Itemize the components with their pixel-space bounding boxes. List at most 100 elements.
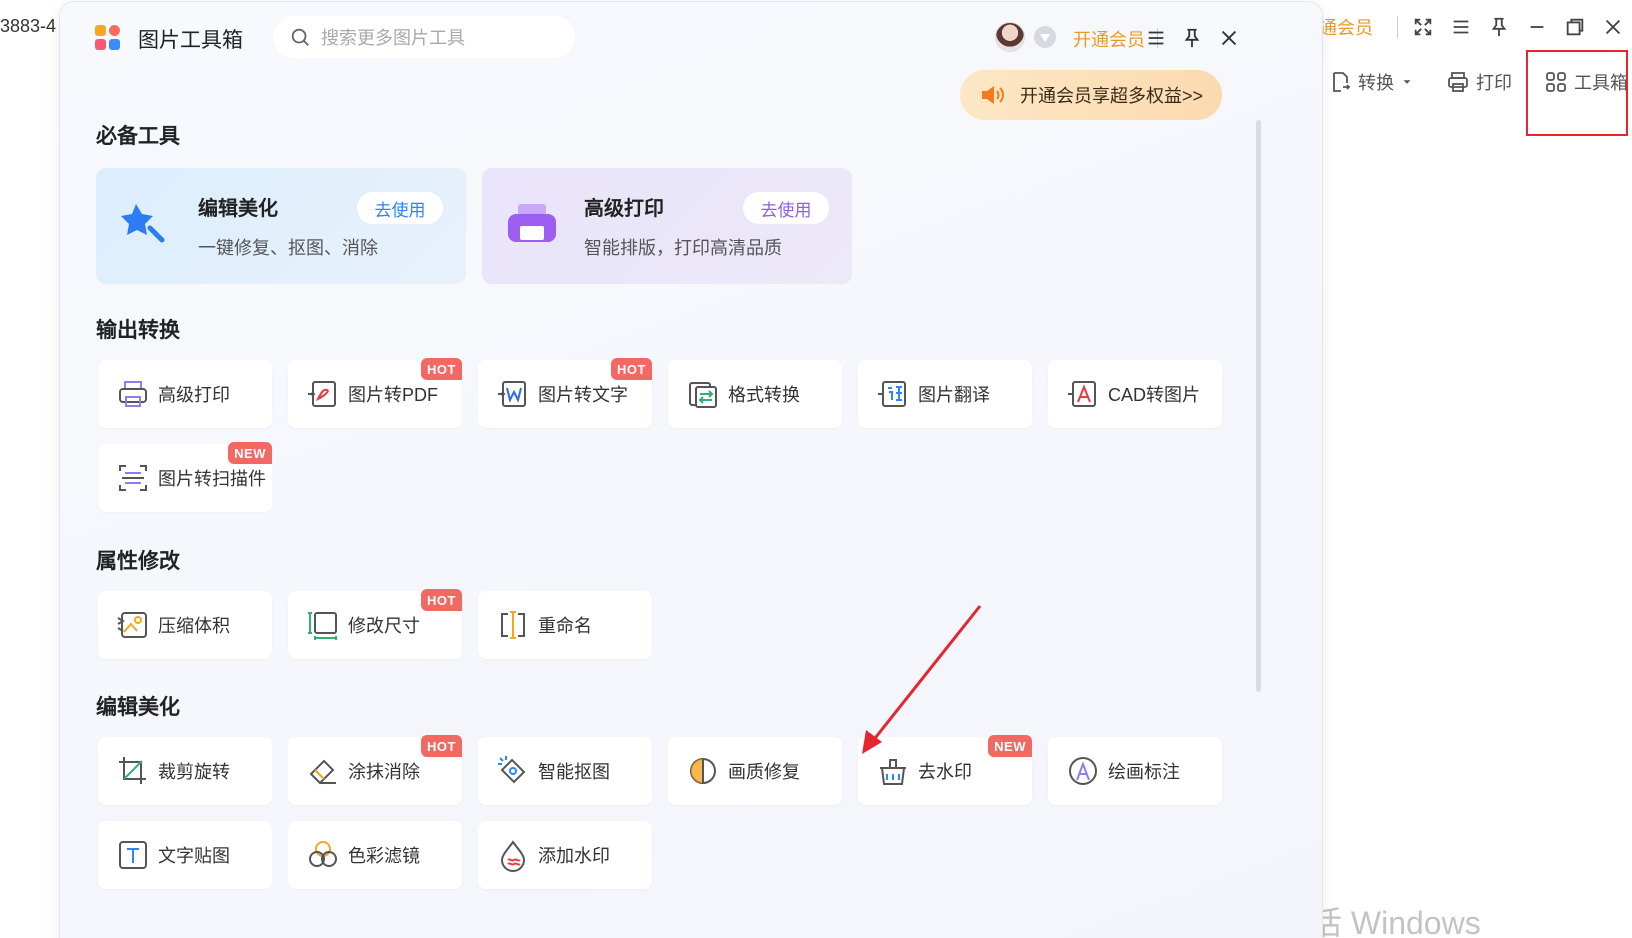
tool-text-sticker[interactable]: 文字贴图 [98, 821, 272, 889]
card-advanced-print[interactable]: 高级打印 智能排版，打印高清品质 去使用 [482, 168, 852, 284]
tool-add-watermark[interactable]: 添加水印 [478, 821, 652, 889]
tool-compress[interactable]: 压缩体积 [98, 591, 272, 659]
resize-icon [308, 612, 337, 640]
tool-label: 修改尺寸 [348, 616, 420, 636]
card-subtitle: 智能排版，打印高清品质 [584, 238, 782, 258]
print-button[interactable]: 打印 [1430, 60, 1528, 104]
card-subtitle: 一键修复、抠图、消除 [198, 238, 378, 258]
hot-badge: HOT [421, 735, 462, 757]
tool-advanced-print[interactable]: 高级打印 [98, 360, 272, 428]
panel-menu-icon[interactable] [1142, 24, 1170, 52]
tool-label: 图片转PDF [348, 385, 438, 405]
card-title: 编辑美化 [198, 198, 278, 220]
tool-label: 去水印 [918, 762, 972, 782]
background-top-bar: 开通会员 [1301, 8, 1632, 46]
vip-diamond-icon [1034, 26, 1056, 48]
section-title-attributes: 属性修改 [96, 550, 180, 573]
drawing-annotate-icon [1069, 757, 1097, 785]
cad-icon [1068, 381, 1096, 407]
image-toolbox-panel: 图片工具箱 搜索更多图片工具 开通会员 开通会员享超多权益>> 必备工具 编辑美… [60, 2, 1322, 938]
pin-icon[interactable] [1480, 8, 1518, 46]
tool-quality-repair[interactable]: 画质修复 [668, 737, 842, 805]
translate-icon [878, 381, 906, 407]
restore-icon[interactable] [1556, 8, 1594, 46]
speaker-icon [982, 86, 1004, 104]
remove-watermark-icon [880, 759, 906, 785]
tool-label: 重命名 [538, 616, 592, 636]
panel-close-icon[interactable] [1215, 24, 1243, 52]
new-badge: NEW [228, 442, 272, 464]
tool-smart-cutout[interactable]: 智能抠图 [478, 737, 652, 805]
new-badge: NEW [988, 735, 1032, 757]
vip-link[interactable]: 开通会员 [1073, 26, 1145, 52]
eraser-icon [309, 759, 336, 785]
close-icon[interactable] [1594, 8, 1632, 46]
tool-image-to-pdf[interactable]: 图片转PDF HOT [288, 358, 462, 428]
section-title-edit: 编辑美化 [96, 696, 180, 719]
tool-draw-annotate[interactable]: 绘画标注 [1048, 737, 1222, 805]
cutout-icon [498, 756, 526, 784]
vip-promo-button[interactable]: 开通会员享超多权益>> [960, 70, 1222, 120]
tool-label: 绘画标注 [1108, 762, 1180, 782]
magic-wand-star-icon [121, 204, 165, 243]
search-input[interactable]: 搜索更多图片工具 [273, 16, 575, 58]
scan-icon [119, 465, 147, 491]
hot-badge: HOT [611, 358, 652, 380]
tool-label: 画质修复 [728, 762, 800, 782]
tool-color-filter[interactable]: 色彩滤镜 [288, 821, 462, 889]
convert-icon [1333, 72, 1351, 92]
search-icon [291, 28, 309, 46]
printer-icon [1448, 72, 1468, 92]
tool-smear-erase[interactable]: 涂抹消除 HOT [288, 735, 462, 805]
panel-pin-icon[interactable] [1178, 24, 1206, 52]
tool-label: 涂抹消除 [348, 762, 420, 782]
tool-image-to-text[interactable]: 图片转文字 HOT [478, 358, 652, 428]
tool-image-translate[interactable]: 图片翻译 [858, 360, 1032, 428]
tool-format-convert[interactable]: 格式转换 [668, 360, 842, 428]
highlight-box [1526, 50, 1628, 136]
tool-label: 高级打印 [158, 385, 230, 405]
add-watermark-icon [500, 840, 526, 872]
avatar[interactable] [995, 22, 1025, 52]
search-placeholder: 搜索更多图片工具 [321, 28, 465, 48]
color-filter-icon [309, 841, 337, 867]
promo-label: 开通会员享超多权益>> [1020, 86, 1204, 106]
tool-label: 色彩滤镜 [348, 846, 420, 866]
tool-label: 裁剪旋转 [158, 762, 230, 782]
panel-header: 图片工具箱 搜索更多图片工具 开通会员 [60, 2, 1322, 74]
card-title: 高级打印 [584, 198, 664, 220]
chevron-down-icon [1403, 80, 1411, 84]
tool-crop-rotate[interactable]: 裁剪旋转 [98, 737, 272, 805]
word-doc-icon [498, 381, 526, 407]
use-button[interactable]: 去使用 [743, 192, 829, 224]
tool-cad-to-image[interactable]: CAD转图片 [1048, 360, 1222, 428]
quality-repair-icon [690, 758, 716, 784]
use-button[interactable]: 去使用 [357, 192, 443, 224]
menu-icon[interactable] [1442, 8, 1480, 46]
tool-label: 图片转文字 [538, 385, 628, 405]
printer-icon [508, 204, 556, 242]
tool-label: CAD转图片 [1108, 385, 1201, 405]
panel-title: 图片工具箱 [138, 29, 243, 52]
section-title-output: 输出转换 [96, 319, 180, 342]
tool-rename[interactable]: 重命名 [478, 591, 652, 659]
tool-label: 添加水印 [538, 846, 610, 866]
tool-label: 智能抠图 [538, 762, 610, 782]
hot-badge: HOT [421, 589, 462, 611]
minimize-icon[interactable] [1518, 8, 1556, 46]
tool-label: 压缩体积 [158, 616, 230, 636]
fullscreen-icon[interactable] [1404, 8, 1442, 46]
tool-resize[interactable]: 修改尺寸 HOT [288, 589, 462, 659]
convert-button[interactable]: 转换 [1312, 60, 1430, 104]
tool-image-to-scan[interactable]: 图片转扫描件 NEW [98, 442, 272, 512]
card-edit-beautify[interactable]: 编辑美化 一键修复、抠图、消除 去使用 [96, 168, 466, 284]
printer-icon [119, 381, 147, 407]
background-tab-title[interactable]: 3883-4 [0, 16, 56, 37]
convert-label: 转换 [1358, 73, 1394, 93]
tool-remove-watermark[interactable]: 去水印 NEW [858, 735, 1032, 805]
divider [1397, 16, 1398, 38]
compress-icon [117, 612, 147, 638]
panel-scrollbar[interactable] [1256, 120, 1261, 692]
format-convert-icon [689, 382, 717, 408]
rename-icon [501, 611, 525, 639]
